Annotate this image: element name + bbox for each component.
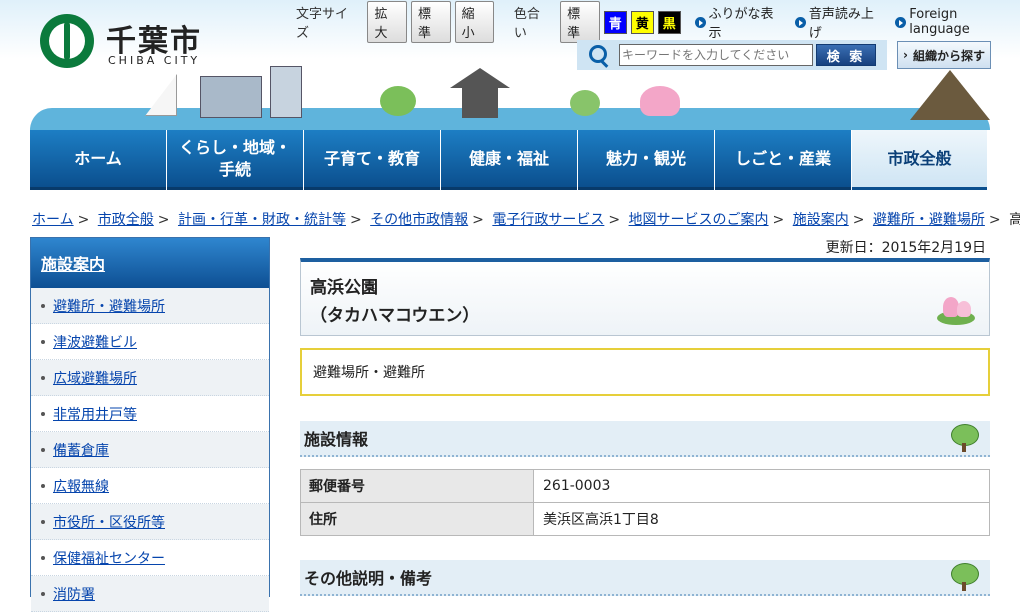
sidebar-item-link[interactable]: 非常用井戸等 xyxy=(53,404,137,424)
arrow-circle-icon xyxy=(694,16,706,28)
search-button[interactable]: 検 索 xyxy=(816,44,876,66)
sidebar-item-link[interactable]: 広報無線 xyxy=(53,476,109,496)
table-row: 住所 美浜区高浜1丁目8 xyxy=(300,502,990,536)
section-heading-remarks: その他説明・備考 xyxy=(300,560,990,596)
sidebar-item-link[interactable]: 津波避難ビル xyxy=(53,332,137,352)
table-cell: 美浜区高浜1丁目8 xyxy=(533,502,990,536)
table-header-cell: 郵便番号 xyxy=(300,469,534,503)
sidebar-item-link[interactable]: 備蓄倉庫 xyxy=(53,440,109,460)
breadcrumb-link[interactable]: 計画・行革・財政・統計等 xyxy=(178,212,346,228)
sidebar-item: 避難所・避難場所 xyxy=(31,288,269,324)
page-title: 高浜公園 （タカハマコウエン） xyxy=(310,278,480,326)
tree-illustration xyxy=(570,90,600,116)
breadcrumb-link[interactable]: 市政全般 xyxy=(98,212,154,228)
hut-illustration xyxy=(910,70,990,120)
sidebar-item: 備蓄倉庫 xyxy=(31,432,269,468)
sidebar: 施設案内 避難所・避難場所 津波避難ビル 広域避難場所 非常用井戸等 備蓄倉庫 … xyxy=(30,237,270,612)
table-row: 郵便番号 261-0003 xyxy=(300,469,990,503)
tree-icon xyxy=(950,424,979,452)
breadcrumb-link[interactable]: その他市政情報 xyxy=(370,212,468,228)
foreign-language-link[interactable]: Foreign language xyxy=(895,7,1020,37)
page-title-box: 高浜公園 （タカハマコウエン） xyxy=(300,258,990,336)
site-header: 千葉市 CHIBA CITY 文字サイズ 拡大 標準 縮小 色合い 標準 青 黄… xyxy=(0,0,1020,130)
nav-business[interactable]: しごと・産業 xyxy=(715,130,851,190)
nav-city-government[interactable]: 市政全般 xyxy=(852,130,987,190)
lotus-illustration xyxy=(640,86,680,116)
breadcrumb-link[interactable]: 電子行政サービス xyxy=(492,212,604,228)
sidebar-item: 広報無線 xyxy=(31,468,269,504)
sidebar-item: 保健福祉センター xyxy=(31,540,269,576)
breadcrumb-separator: > xyxy=(988,212,1001,228)
nav-living[interactable]: くらし・地域・ 手続 xyxy=(167,130,303,190)
sailboat-illustration xyxy=(145,74,177,116)
facility-info-table: 郵便番号 261-0003 住所 美浜区高浜1丁目8 xyxy=(300,469,990,536)
tree-icon xyxy=(950,563,979,591)
read-aloud-link[interactable]: 音声読み上げ xyxy=(795,3,885,41)
site-logo[interactable]: 千葉市 CHIBA CITY xyxy=(40,12,210,72)
font-standard-button[interactable]: 標準 xyxy=(411,1,451,43)
breadcrumb-link[interactable]: 施設案内 xyxy=(793,212,849,228)
breadcrumb-separator: > xyxy=(349,212,362,228)
sidebar-item-link[interactable]: 消防署 xyxy=(53,584,95,604)
arrow-circle-icon xyxy=(895,16,907,28)
breadcrumb-separator: > xyxy=(472,212,484,228)
header-illustration xyxy=(30,64,990,130)
breadcrumb: ホーム > 市政全般 > 計画・行革・財政・統計等 > その他市政情報 > 電子行政サー… xyxy=(32,209,1020,229)
breadcrumb-separator: > xyxy=(77,212,90,228)
table-header-cell: 住所 xyxy=(300,502,534,536)
city-emblem-icon xyxy=(40,14,94,68)
color-standard-button[interactable]: 標準 xyxy=(560,1,600,43)
nav-health[interactable]: 健康・福祉 xyxy=(441,130,577,190)
sidebar-title-link[interactable]: 施設案内 xyxy=(41,251,105,275)
breadcrumb-link[interactable]: ホーム xyxy=(32,212,74,228)
arrow-circle-icon xyxy=(795,16,806,28)
category-box: 避難場所・避難所 xyxy=(300,348,990,396)
nav-tourism[interactable]: 魅力・観光 xyxy=(578,130,714,190)
section-heading-text: 施設情報 xyxy=(304,430,369,449)
section-heading-text: その他説明・備考 xyxy=(304,569,433,588)
font-enlarge-button[interactable]: 拡大 xyxy=(367,1,408,43)
sidebar-item: 津波避難ビル xyxy=(31,324,269,360)
building-illustration xyxy=(270,66,302,118)
sidebar-item: 非常用井戸等 xyxy=(31,396,269,432)
read-aloud-label: 音声読み上げ xyxy=(808,7,874,41)
sidebar-list: 避難所・避難場所 津波避難ビル 広域避難場所 非常用井戸等 備蓄倉庫 広報無線 … xyxy=(31,288,269,612)
building-illustration xyxy=(200,76,262,118)
sidebar-item-link[interactable]: 広域避難場所 xyxy=(53,368,137,388)
nav-home[interactable]: ホーム xyxy=(30,130,166,190)
sidebar-item: 消防署 xyxy=(31,576,269,612)
updated-date: 更新日：2015年2月19日 xyxy=(825,240,986,256)
color-label: 色合い xyxy=(513,7,540,41)
breadcrumb-separator: > xyxy=(608,212,621,228)
breadcrumb-separator: > xyxy=(772,212,785,228)
search-icon xyxy=(589,45,607,63)
furigana-label: ふりがな表示 xyxy=(708,7,774,41)
color-yellow-button[interactable]: 黄 xyxy=(630,10,654,34)
sidebar-item-link[interactable]: 保健福祉センター xyxy=(53,548,165,568)
breadcrumb-current: 高浜公園 xyxy=(1009,212,1020,228)
nav-childcare[interactable]: 子育て・教育 xyxy=(304,130,440,190)
tree-illustration xyxy=(380,86,416,116)
sidebar-item-link[interactable]: 避難所・避難場所 xyxy=(53,296,165,316)
furigana-link[interactable]: ふりがな表示 xyxy=(694,3,785,41)
breadcrumb-link[interactable]: 避難所・避難場所 xyxy=(873,212,985,228)
font-shrink-button[interactable]: 縮小 xyxy=(454,1,495,43)
lotus-icon xyxy=(933,295,979,327)
breadcrumb-separator: > xyxy=(157,212,170,228)
sidebar-item-link[interactable]: 市役所・区役所等 xyxy=(53,512,165,532)
accessibility-toolbar: 文字サイズ 拡大 標準 縮小 色合い 標準 青 黄 黒 ふりがな表示 音声読み上… xyxy=(296,1,1020,43)
color-blue-button[interactable]: 青 xyxy=(603,10,627,34)
search-input[interactable] xyxy=(619,44,813,66)
sidebar-item: 市役所・区役所等 xyxy=(31,504,269,540)
breadcrumb-separator: > xyxy=(852,212,865,228)
font-size-label: 文字サイズ xyxy=(296,7,349,41)
color-black-button[interactable]: 黒 xyxy=(657,10,681,34)
sidebar-item: 広域避難場所 xyxy=(31,360,269,396)
global-nav: ホーム くらし・地域・ 手続 子育て・教育 健康・福祉 魅力・観光 しごと・産業… xyxy=(30,130,990,190)
foreign-language-label: Foreign language xyxy=(909,7,970,37)
section-heading-facility-info: 施設情報 xyxy=(300,421,990,457)
table-cell: 261-0003 xyxy=(533,469,990,503)
sidebar-header: 施設案内 xyxy=(31,238,269,288)
breadcrumb-link[interactable]: 地図サービスのご案内 xyxy=(629,212,769,228)
